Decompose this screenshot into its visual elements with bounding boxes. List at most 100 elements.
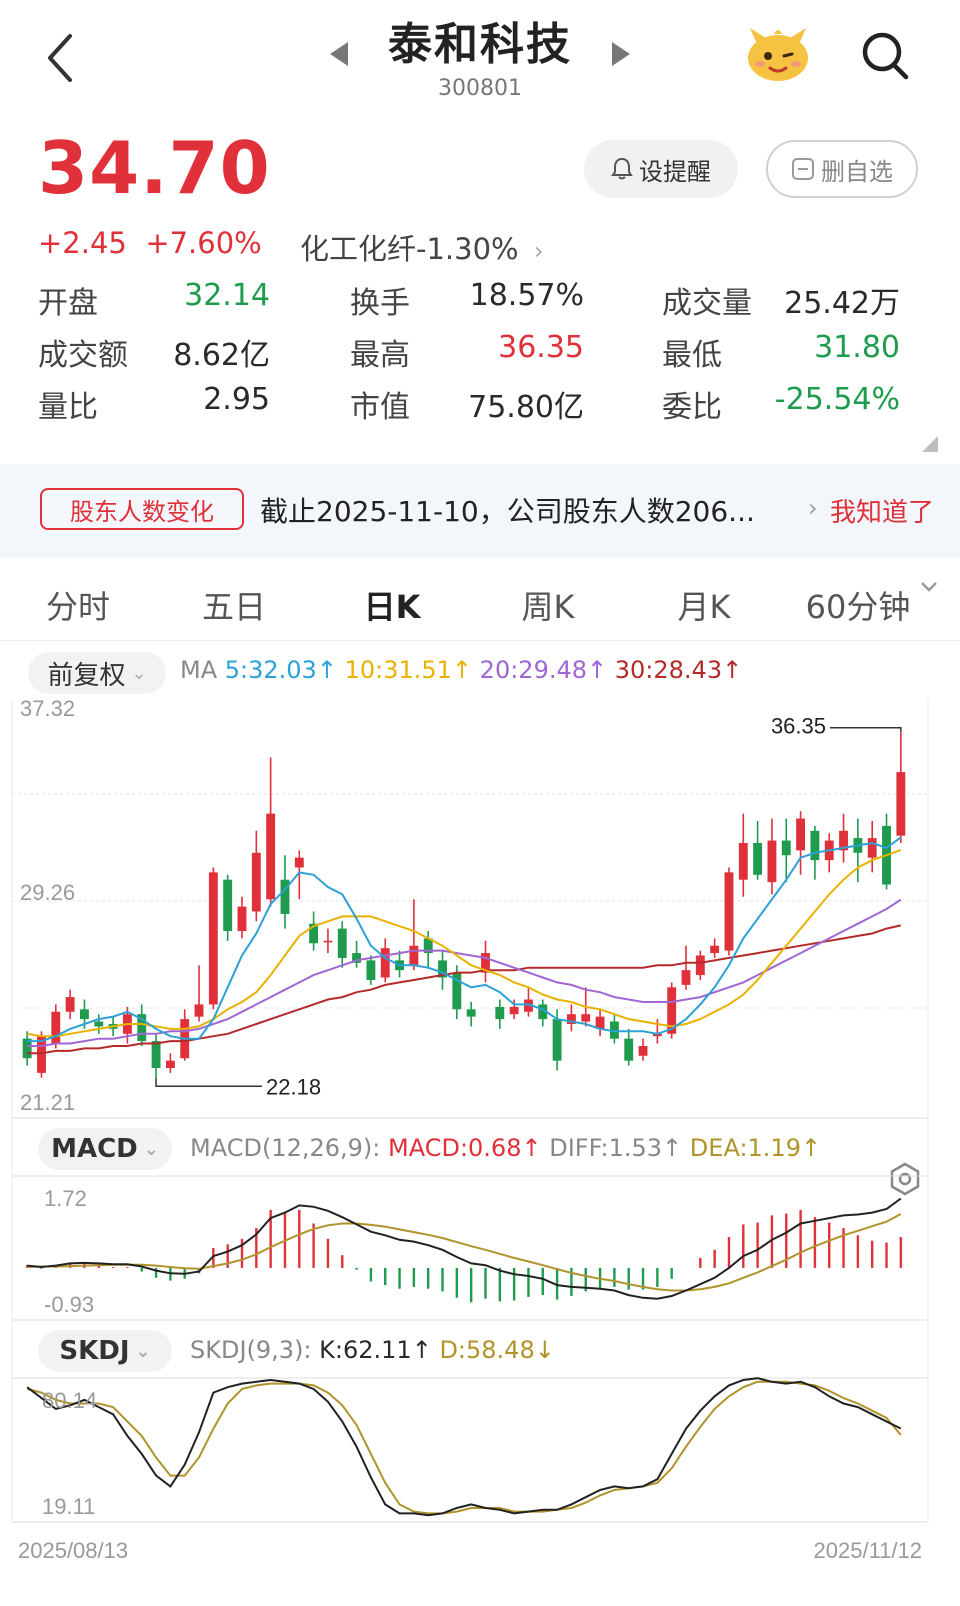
ma5-value: 5:32.03↑	[224, 656, 337, 684]
chevron-down-icon: ⌄	[131, 662, 147, 684]
candle-body	[80, 1009, 89, 1020]
adjust-label: 前复权	[47, 660, 126, 691]
candle-body	[896, 772, 906, 836]
expand-corner-icon[interactable]	[922, 436, 938, 452]
candle-body	[810, 830, 820, 861]
stat-label: 量比	[38, 390, 98, 425]
change-percent: +7.60%	[145, 226, 262, 260]
candle-body	[409, 945, 419, 966]
low-marker-line	[155, 1078, 262, 1088]
chevron-right-icon: ›	[533, 237, 544, 265]
candle-body	[624, 1038, 634, 1061]
tab-4[interactable]: 月K	[634, 582, 774, 628]
stat-label: 最高	[350, 338, 410, 373]
adjust-dropdown[interactable]: 前复权 ⌄	[28, 652, 166, 694]
stat-value: 75.80亿	[468, 390, 584, 425]
candle-body	[208, 872, 218, 1005]
macd-axis-bottom: -0.93	[44, 1292, 94, 1317]
chevron-right-icon: ›	[808, 494, 818, 522]
stock-code: 300801	[438, 76, 522, 101]
chevron-down-icon[interactable]	[918, 576, 940, 598]
ma-legend: MA 5:32.03↑ 10:31.51↑ 20:29.48↑ 30:28.43…	[180, 656, 742, 684]
high-marker-line	[830, 726, 902, 732]
stat-label: 市值	[350, 390, 410, 425]
candle-body	[695, 955, 705, 976]
current-price: 34.70	[38, 126, 271, 210]
stat-label: 最低	[662, 338, 722, 373]
stat-label: 换手	[350, 286, 410, 321]
candle-body	[767, 840, 777, 883]
stat-value: 32.14	[184, 278, 270, 313]
stat-label: 委比	[662, 390, 722, 425]
ma-label: MA	[180, 656, 218, 684]
candle-body	[495, 1006, 505, 1020]
tab-1[interactable]: 五日	[164, 582, 304, 628]
candle-body	[581, 1014, 591, 1022]
stat-label: 成交额	[38, 338, 128, 373]
candle-body	[223, 879, 233, 932]
next-stock-icon[interactable]	[612, 42, 630, 66]
candle-body	[552, 1019, 562, 1061]
price-change: +2.45 +7.60%	[38, 226, 262, 260]
candle-body	[237, 906, 247, 932]
dismiss-notice-button[interactable]: 我知道了	[830, 492, 934, 529]
candle-body	[380, 948, 390, 978]
macd-chart	[25, 1197, 903, 1303]
skdj-axis-top: 80.14	[42, 1388, 97, 1413]
candle-body	[194, 1004, 204, 1017]
y-axis-mid: 29.26	[20, 880, 75, 905]
notice-tag: 股东人数变化	[40, 488, 244, 530]
stat-label: 开盘	[38, 286, 98, 321]
search-icon[interactable]	[860, 30, 910, 82]
candle-body	[65, 997, 75, 1012]
tab-5[interactable]: 60分钟	[788, 582, 928, 628]
candle-body	[738, 843, 748, 880]
candle-body	[710, 945, 720, 954]
candle-body	[796, 818, 806, 851]
skdj-axis-bottom: 19.11	[42, 1494, 95, 1519]
high-marker-label: 36.35	[771, 714, 826, 739]
ma30-value: 30:28.43↑	[614, 656, 743, 684]
candle-body	[509, 1006, 519, 1015]
diff-line	[27, 1197, 902, 1300]
minus-box-icon	[792, 158, 814, 180]
candle-body	[94, 1021, 104, 1027]
dea-line	[27, 1213, 902, 1292]
candle-body	[724, 872, 734, 951]
ma10-value: 10:31.51↑	[344, 656, 473, 684]
candle-body	[151, 1041, 161, 1069]
kline-chart[interactable]: 36.35 22.18 37.32 29.26 21.21 1.72 -0.93 80.14 1…	[0, 700, 960, 1606]
k-line	[26, 1377, 902, 1517]
sector-link[interactable]: 化工化纤-1.30% ›	[300, 226, 543, 268]
y-axis-bottom: 21.21	[20, 1090, 75, 1115]
stat-value: 36.35	[498, 330, 584, 365]
stat-value: 2.95	[203, 382, 270, 417]
candle-body	[294, 857, 304, 868]
notice-text[interactable]: 截止2025-11-10，公司股东人数206...	[260, 490, 755, 530]
divider	[0, 640, 960, 641]
stat-value: -25.54%	[774, 382, 900, 417]
candle-body	[337, 928, 347, 958]
sector-label: 化工化纤-1.30%	[300, 232, 519, 266]
tab-2[interactable]: 日K	[322, 582, 462, 628]
stat-value: 31.80	[814, 330, 900, 365]
tab-3[interactable]: 周K	[478, 582, 618, 628]
remove-watchlist-label: 删自选	[821, 157, 893, 186]
mascot-icon[interactable]	[744, 26, 812, 84]
date-start: 2025/08/13	[18, 1538, 128, 1563]
set-reminder-button[interactable]: 设提醒	[584, 140, 738, 198]
stat-value: 8.62亿	[173, 338, 270, 373]
set-reminder-label: 设提醒	[639, 157, 711, 186]
change-value: +2.45	[38, 226, 127, 260]
bell-icon	[611, 157, 633, 180]
chart-grid	[11, 700, 929, 1523]
candle-body	[638, 1045, 648, 1056]
stat-label: 成交量	[662, 286, 752, 321]
date-end: 2025/11/12	[814, 1538, 922, 1563]
remove-watchlist-button[interactable]: 删自选	[766, 140, 918, 198]
candle-body	[753, 843, 763, 875]
stock-name: 泰和科技	[388, 19, 572, 70]
tab-0[interactable]: 分时	[8, 582, 148, 628]
candle-body	[366, 960, 376, 980]
candle-body	[681, 970, 691, 985]
